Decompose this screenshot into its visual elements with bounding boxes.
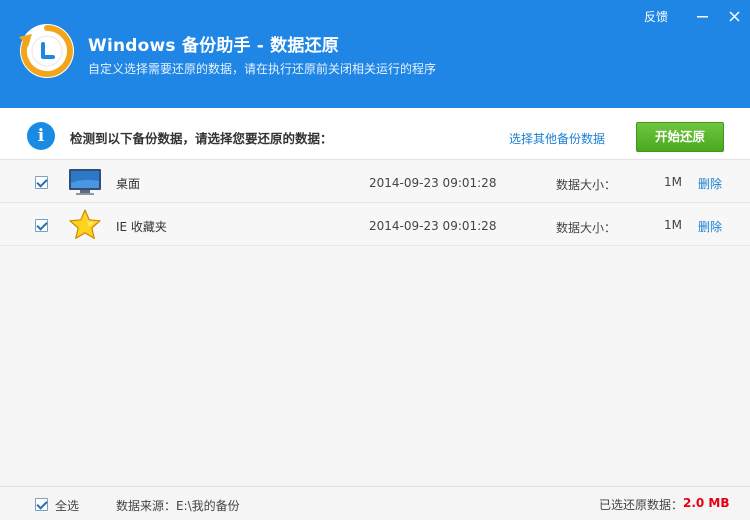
row-size-label: 数据大小： (556, 178, 617, 192)
selected-restore-label: 已选还原数据： (599, 498, 684, 512)
row-size: 1M (664, 218, 682, 232)
desktop-monitor-icon (69, 169, 101, 195)
row-delete-link[interactable]: 删除 (698, 218, 722, 235)
row-size-label: 数据大小： (556, 221, 617, 235)
title-bar: Windows 备份助手 - 数据还原 自定义选择需要还原的数据，请在执行还原前… (0, 0, 750, 108)
window-controls: 反馈 (644, 4, 750, 28)
feedback-link[interactable]: 反馈 (644, 8, 668, 25)
select-other-backup-link[interactable]: 选择其他备份数据 (509, 130, 605, 147)
star-favorites-icon (69, 209, 101, 239)
row-checkbox[interactable] (35, 219, 48, 232)
app-title: Windows 备份助手 - 数据还原 (88, 36, 339, 56)
close-button[interactable] (718, 4, 750, 28)
list-item: 桌面 2014-09-23 09:01:28 数据大小： 1M 删除 (0, 160, 750, 203)
minimize-button[interactable] (686, 4, 718, 28)
app-subtitle: 自定义选择需要还原的数据，请在执行还原前关闭相关运行的程序 (88, 62, 437, 76)
selected-restore-size: 2.0 MB (683, 496, 730, 510)
row-delete-link[interactable]: 删除 (698, 175, 722, 192)
status-footer: 全选 数据来源：E:\我的备份 已选还原数据： 2.0 MB (0, 486, 750, 520)
backup-restore-logo-icon (19, 24, 74, 78)
row-name: IE 收藏夹 (116, 220, 167, 234)
row-date: 2014-09-23 09:01:28 (369, 176, 497, 190)
start-restore-button[interactable]: 开始还原 (636, 122, 724, 152)
list-item: IE 收藏夹 2014-09-23 09:01:28 数据大小： 1M 删除 (0, 203, 750, 246)
close-icon (728, 10, 740, 22)
info-icon: i (27, 122, 55, 150)
minimize-icon (696, 15, 708, 17)
data-source-path: 数据来源：E:\我的备份 (116, 499, 240, 513)
row-date: 2014-09-23 09:01:28 (369, 219, 497, 233)
restore-prompt: 检测到以下备份数据，请选择您要还原的数据： (70, 131, 333, 146)
select-all-label[interactable]: 全选 (55, 497, 79, 514)
backup-data-list: 桌面 2014-09-23 09:01:28 数据大小： 1M 删除 IE 收藏… (0, 160, 750, 246)
select-all-checkbox[interactable] (35, 498, 48, 511)
row-name: 桌面 (116, 177, 141, 191)
info-bar: i 检测到以下备份数据，请选择您要还原的数据： 选择其他备份数据 开始还原 (0, 108, 750, 160)
row-size: 1M (664, 175, 682, 189)
row-checkbox[interactable] (35, 176, 48, 189)
